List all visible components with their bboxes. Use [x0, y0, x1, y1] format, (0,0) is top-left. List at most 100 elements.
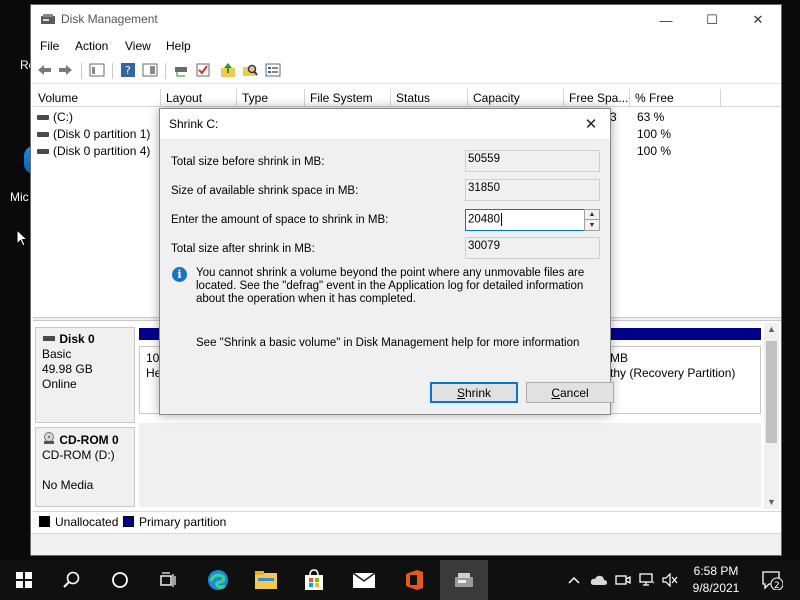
microsoft-store-button[interactable]: [290, 560, 338, 600]
partition-status: thy (Recovery Partition): [610, 366, 736, 380]
window-title: Disk Management: [61, 12, 158, 26]
disk-0-label[interactable]: Disk 0 Basic 49.98 GB Online: [35, 327, 135, 423]
forward-arrow-icon[interactable]: [57, 61, 75, 79]
scroll-up-icon[interactable]: ▲: [767, 324, 776, 334]
percent-free-value: 100 %: [637, 144, 672, 158]
menu-help[interactable]: Help: [166, 39, 191, 53]
clock-date: 9/8/2021: [692, 581, 740, 595]
partition-size: 100: [146, 351, 162, 365]
connect-disk-icon[interactable]: [172, 61, 190, 79]
disk-status: Online: [42, 377, 77, 391]
vertical-scrollbar[interactable]: ▲ ▼: [764, 323, 779, 509]
size-after-shrink-field: 30079: [465, 237, 600, 259]
cdrom-0-label[interactable]: CD-ROM 0 CD-ROM (D:) No Media: [35, 427, 135, 507]
cancel-button-label-post: ancel: [559, 385, 589, 400]
minimize-button[interactable]: —: [643, 5, 689, 35]
shrink-amount-input[interactable]: 20480: [465, 209, 585, 231]
disk-size: 49.98 GB: [42, 362, 93, 376]
drive-icon: [37, 149, 49, 154]
toolbar-separator: [165, 63, 166, 79]
cortana-circle-icon: [112, 572, 128, 588]
column-volume[interactable]: Volume: [33, 89, 161, 107]
column-file-system[interactable]: File System: [305, 89, 391, 107]
office-button[interactable]: [390, 560, 438, 600]
properties-icon[interactable]: [264, 61, 282, 79]
cdrom-name: CD-ROM 0: [59, 433, 119, 447]
search-button[interactable]: [48, 560, 96, 600]
available-shrink-space-field: 31850: [465, 179, 600, 201]
console-tree-icon[interactable]: [88, 61, 106, 79]
start-button[interactable]: [0, 560, 48, 600]
shrink-dialog: Shrink C: ✕ Total size before shrink in …: [159, 108, 614, 415]
label-size-after-shrink: Total size after shrink in MB:: [171, 243, 315, 255]
shrink-button[interactable]: Shrink: [430, 382, 518, 403]
disk-name: Disk 0: [59, 332, 95, 346]
shrink-button-label-post: hrink: [465, 385, 492, 400]
checklist-icon[interactable]: [194, 61, 212, 79]
disk-0-partition-4[interactable]: MB thy (Recovery Partition): [603, 346, 761, 414]
column-layout[interactable]: Layout: [161, 89, 237, 107]
close-button[interactable]: ✕: [735, 5, 781, 35]
help-reference-text: See "Shrink a basic volume" in Disk Mana…: [196, 337, 580, 349]
onedrive-cloud-icon[interactable]: [589, 560, 609, 600]
column-capacity[interactable]: Capacity: [468, 89, 564, 107]
up-folder-icon[interactable]: [219, 61, 237, 79]
label-amount-to-shrink: Enter the amount of space to shrink in M…: [171, 214, 389, 226]
cancel-button-accelerator: C: [551, 385, 560, 400]
desktop-icon-label-fragment: Mic: [10, 190, 29, 204]
maximize-button[interactable]: ☐: [689, 5, 735, 35]
network-icon[interactable]: [637, 560, 657, 600]
primary-partition-swatch: [123, 516, 134, 527]
shrink-button-accelerator: S: [456, 385, 465, 400]
search-folder-icon[interactable]: [241, 61, 259, 79]
task-view-button[interactable]: [144, 560, 192, 600]
free-space-value: 3: [610, 110, 617, 124]
office-icon: [406, 570, 423, 590]
taskbar-clock[interactable]: 6:58 PM 9/8/2021: [684, 563, 748, 597]
help-icon[interactable]: ?: [119, 61, 137, 79]
dialog-title-bar[interactable]: Shrink C: ✕: [160, 109, 610, 139]
file-explorer-icon: [255, 571, 277, 589]
scrollbar-thumb[interactable]: [766, 341, 777, 443]
column-free-space[interactable]: Free Spa...: [564, 89, 630, 107]
percent-free-value: 100 %: [637, 127, 672, 141]
cdrom-media: No Media: [42, 478, 94, 492]
scroll-down-icon[interactable]: ▼: [767, 497, 776, 507]
cdrom-icon: [44, 432, 54, 444]
show-hidden-icons-chevron-icon[interactable]: [565, 560, 583, 600]
dialog-title: Shrink C:: [169, 117, 219, 131]
file-explorer-button[interactable]: [242, 560, 290, 600]
column-type[interactable]: Type: [237, 89, 305, 107]
camera-privacy-icon[interactable]: [613, 560, 633, 600]
menu-action[interactable]: Action: [75, 39, 108, 53]
show-hide-pane-icon[interactable]: [141, 61, 159, 79]
disk-drive-icon: [43, 336, 55, 341]
unallocated-swatch: [39, 516, 50, 527]
dialog-close-button[interactable]: ✕: [578, 112, 604, 136]
label-available-shrink-space: Size of available shrink space in MB:: [171, 185, 359, 197]
stepper-up-icon[interactable]: ▲: [585, 210, 599, 220]
volume-muted-icon[interactable]: [660, 560, 680, 600]
cancel-button[interactable]: Cancel: [526, 382, 614, 403]
shrink-amount-stepper[interactable]: ▲ ▼: [584, 209, 600, 231]
stepper-down-icon[interactable]: ▼: [585, 220, 599, 230]
cortana-button[interactable]: [96, 560, 144, 600]
column-percent-free[interactable]: % Free: [630, 89, 721, 107]
menu-file[interactable]: File: [40, 39, 59, 53]
disk-management-taskbar-button[interactable]: [440, 560, 488, 600]
back-arrow-icon[interactable]: [35, 61, 53, 79]
svg-text:?: ?: [125, 64, 131, 77]
toolbar-separator: [81, 63, 82, 79]
edge-icon: [208, 570, 228, 590]
action-center-button[interactable]: 2: [752, 560, 792, 600]
menu-view[interactable]: View: [125, 39, 151, 53]
edge-taskbar-button[interactable]: [194, 560, 242, 600]
column-status[interactable]: Status: [391, 89, 468, 107]
store-bag-icon: [305, 569, 323, 590]
notification-icon: 2: [762, 571, 783, 590]
mail-button[interactable]: [340, 560, 388, 600]
toolbar-separator: [112, 63, 113, 79]
drive-icon: [37, 115, 49, 120]
title-bar[interactable]: Disk Management — ☐ ✕: [31, 5, 781, 35]
menu-bar: File Action View Help: [31, 36, 781, 56]
